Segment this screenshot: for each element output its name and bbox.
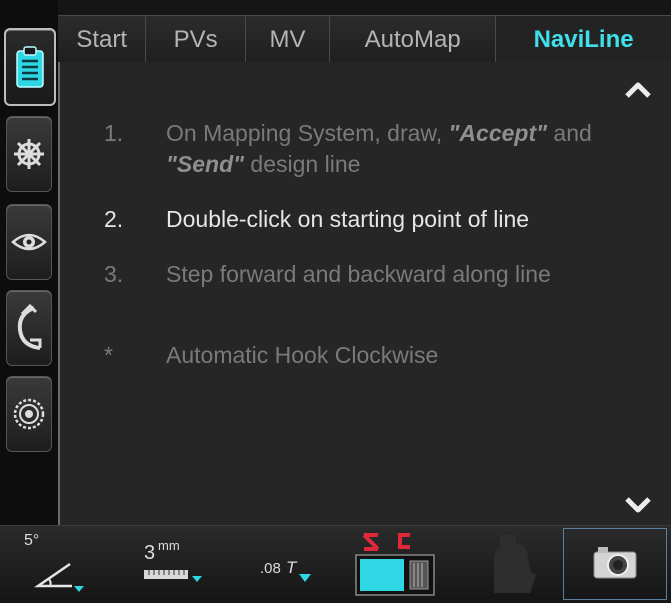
angle-value: 5°: [24, 532, 40, 549]
step-text: Automatic Hook Clockwise: [166, 342, 439, 368]
step-text-part: and: [547, 120, 592, 146]
rail-button-clamp[interactable]: [6, 290, 52, 366]
angle-selector[interactable]: 5°: [10, 526, 100, 603]
step-emphasis: "Accept": [448, 120, 548, 146]
probe-button[interactable]: [470, 526, 550, 603]
app-window: Start PVs MV AutoMap NaviLine 1. On Mapp…: [0, 0, 671, 603]
rail-button-eye[interactable]: [6, 204, 52, 280]
camera-icon: [592, 544, 638, 585]
ruler-selector[interactable]: 3 mm: [132, 526, 222, 603]
scroll-up-button[interactable]: [619, 80, 657, 104]
tool-size-selector[interactable]: .08 T: [250, 526, 330, 603]
step-text: Step forward and backward along line: [166, 261, 551, 287]
tab-automap[interactable]: AutoMap: [330, 16, 497, 63]
tool-size-icon: [298, 570, 312, 588]
scroll-down-button[interactable]: [619, 495, 657, 519]
step-number: 2.: [104, 206, 124, 232]
checklist-icon: [14, 45, 46, 89]
probe-icon: [480, 531, 540, 598]
step-list: 1. On Mapping System, draw, "Accept" and…: [104, 118, 604, 486]
eye-icon: [11, 230, 47, 254]
step-item: * Automatic Hook Clockwise: [104, 340, 604, 371]
step-text: Double-click on starting point of line: [166, 206, 530, 232]
step-item-current: 2. Double-click on starting point of lin…: [104, 204, 604, 235]
clamp-icon: [14, 304, 44, 352]
tab-pvs[interactable]: PVs: [146, 16, 246, 63]
tool-size-suffix: T: [286, 558, 297, 577]
ship-wheel-icon: [12, 137, 46, 171]
tab-naviline[interactable]: NaviLine: [496, 16, 671, 63]
bottom-toolbar: 5° 3 mm .08 T: [0, 525, 671, 603]
chevron-up-icon: [624, 81, 652, 104]
step-number: 1.: [104, 120, 124, 146]
tool-size-value: .08: [260, 560, 281, 577]
step-item: 1. On Mapping System, draw, "Accept" and…: [104, 118, 604, 180]
instructions-panel: 1. On Mapping System, draw, "Accept" and…: [58, 62, 671, 525]
step-number: *: [104, 342, 113, 368]
magnet-toggle[interactable]: [350, 526, 440, 603]
step-text: On Mapping System, draw, "Accept" and "S…: [166, 118, 604, 180]
ruler-value: 3: [144, 542, 156, 564]
rail-button-wheel[interactable]: [6, 116, 52, 192]
tab-start[interactable]: Start: [58, 16, 147, 63]
step-number: 3.: [104, 261, 124, 287]
step-text-part: On Mapping System, draw,: [166, 120, 449, 146]
step-text-part: design line: [244, 151, 361, 177]
tab-bar: Start PVs MV AutoMap NaviLine: [58, 15, 671, 63]
magnet-toggle-icon: [352, 527, 438, 602]
tab-mv[interactable]: MV: [245, 16, 331, 63]
rail-button-checklist[interactable]: [4, 28, 56, 106]
tool-rail: [0, 0, 58, 525]
camera-button[interactable]: [563, 528, 667, 600]
step-item: 3. Step forward and backward along line: [104, 259, 604, 290]
step-emphasis: "Send": [166, 151, 245, 177]
rail-button-dial[interactable]: [6, 376, 52, 452]
angle-icon: [32, 560, 88, 597]
target-dial-icon: [12, 397, 46, 431]
ruler-icon: [144, 568, 208, 593]
ruler-unit: mm: [158, 538, 180, 553]
chevron-down-icon: [624, 496, 652, 519]
